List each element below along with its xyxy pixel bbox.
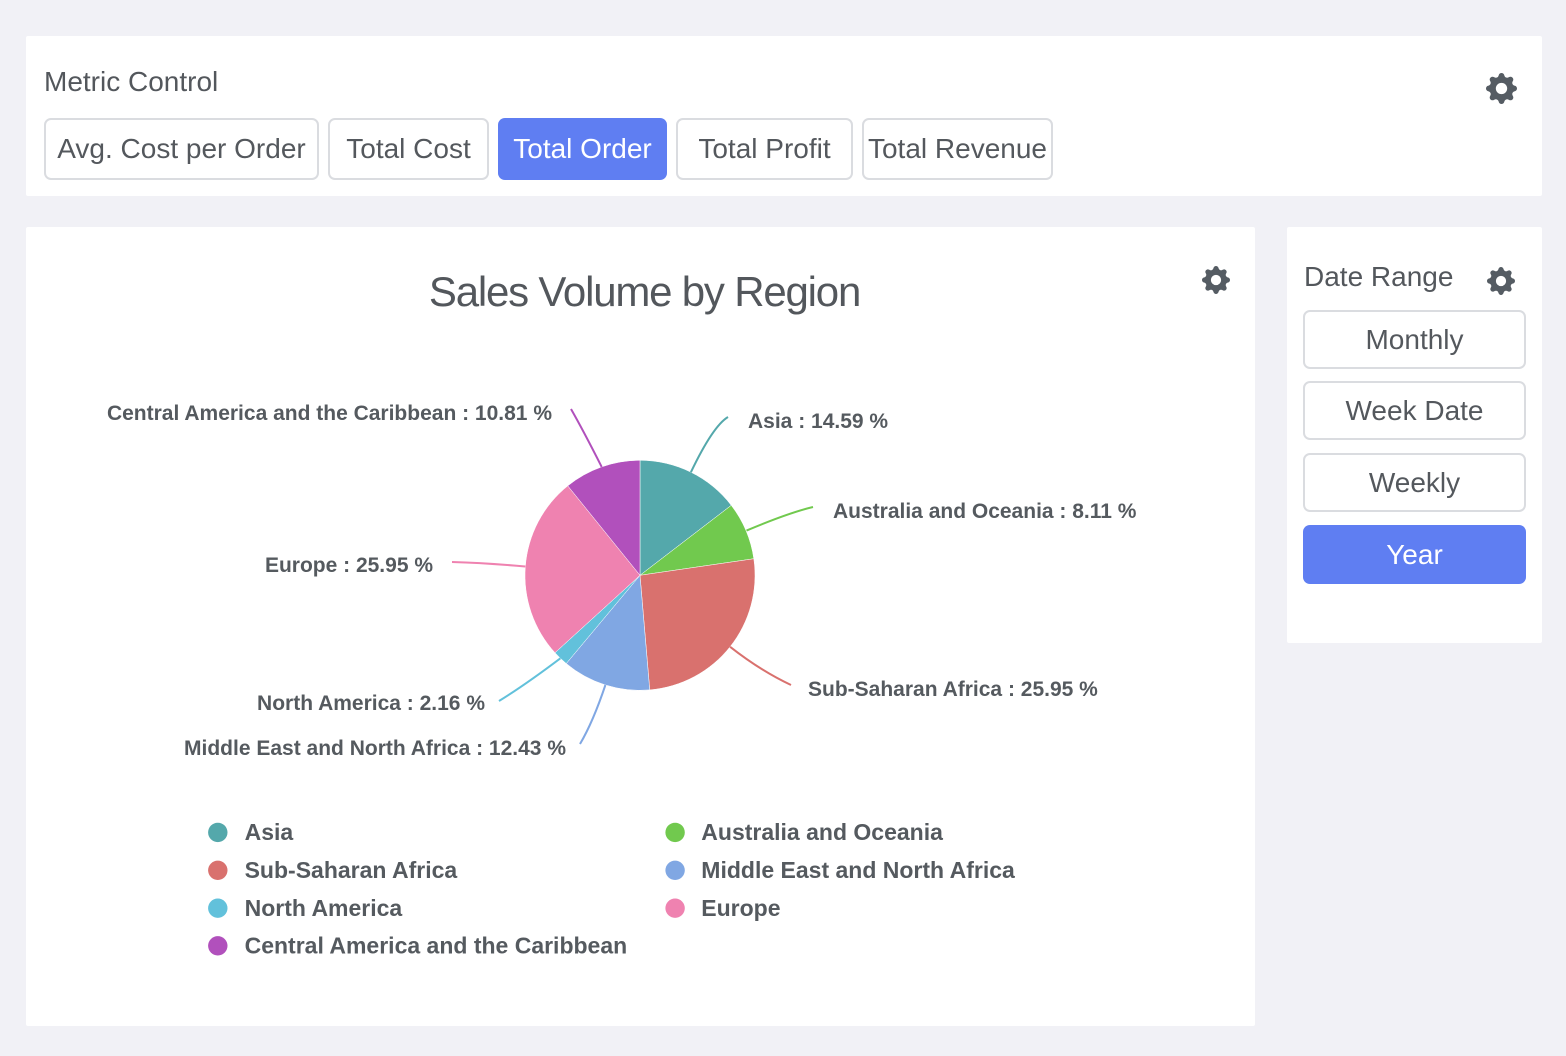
svg-text:Asia : 14.59 %: Asia : 14.59 % — [748, 410, 888, 433]
svg-text:Middle East and North Africa :: Middle East and North Africa : 12.43 % — [184, 737, 566, 760]
svg-text:North America : 2.16 %: North America : 2.16 % — [257, 692, 485, 715]
svg-text:Asia: Asia — [245, 819, 294, 845]
svg-text:Central America and the Caribb: Central America and the Caribbean — [245, 933, 628, 959]
svg-text:Middle East and North Africa: Middle East and North Africa — [701, 857, 1015, 883]
svg-text:North America: North America — [245, 895, 403, 921]
svg-text:Europe : 25.95 %: Europe : 25.95 % — [265, 554, 433, 577]
svg-text:Sub-Saharan Africa : 25.95 %: Sub-Saharan Africa : 25.95 % — [808, 678, 1098, 701]
svg-text:Australia and Oceania : 8.11 %: Australia and Oceania : 8.11 % — [833, 500, 1137, 523]
svg-text:Sub-Saharan Africa: Sub-Saharan Africa — [245, 857, 458, 883]
svg-text:Central America and the Caribb: Central America and the Caribbean : 10.8… — [107, 402, 552, 425]
svg-text:Australia and Oceania: Australia and Oceania — [701, 819, 943, 845]
svg-text:Europe: Europe — [701, 895, 780, 921]
